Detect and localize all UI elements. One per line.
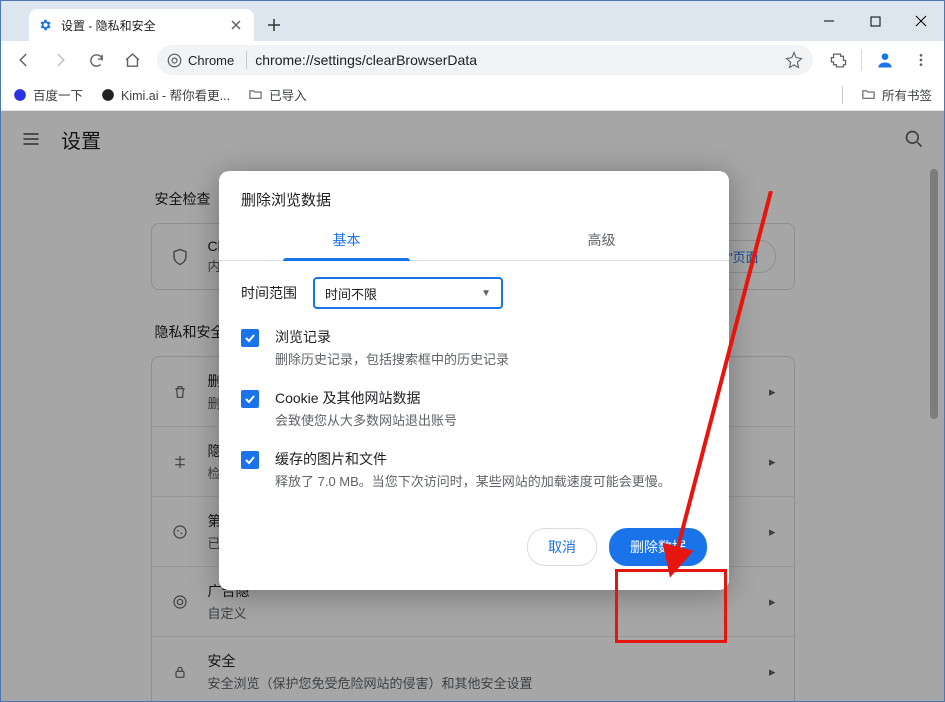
menu-icon[interactable] (904, 45, 938, 75)
dialog-tabs: 基本 高级 (219, 220, 729, 261)
bookmark-kimi[interactable]: Kimi.ai - 帮你看更... (101, 85, 230, 104)
browser-titlebar: 设置 - 隐私和安全 (1, 1, 944, 41)
forward-button[interactable] (43, 45, 77, 75)
browser-toolbar: Chrome chrome://settings/clearBrowserDat… (1, 41, 944, 79)
baidu-icon (13, 88, 27, 102)
tab-advanced[interactable]: 高级 (474, 220, 729, 260)
separator (861, 49, 862, 71)
chrome-icon (167, 53, 182, 68)
cancel-button[interactable]: 取消 (527, 528, 597, 566)
folder-icon (248, 87, 263, 102)
clear-browsing-data-dialog: 删除浏览数据 基本 高级 时间范围 时间不限 ▼ 浏览记录删除历史记录，包括搜索… (219, 171, 729, 590)
new-tab-button[interactable] (260, 11, 288, 39)
reload-button[interactable] (79, 45, 113, 75)
chip-label: Chrome (188, 53, 234, 68)
folder-icon (861, 87, 876, 102)
bookmarks-bar: 百度一下 Kimi.ai - 帮你看更... 已导入 所有书签 (1, 79, 944, 111)
dialog-title: 删除浏览数据 (219, 171, 729, 220)
site-chip[interactable]: Chrome (167, 51, 247, 69)
minimize-button[interactable] (806, 1, 852, 41)
checkbox-cookies[interactable]: Cookie 及其他网站数据会致使您从大多数网站退出账号 (219, 378, 729, 439)
checkbox-browsing-history[interactable]: 浏览记录删除历史记录，包括搜索框中的历史记录 (219, 317, 729, 378)
close-tab-icon[interactable] (230, 19, 246, 31)
profile-avatar[interactable] (868, 45, 902, 75)
checkbox-checked-icon (241, 329, 259, 347)
all-bookmarks[interactable]: 所有书签 (861, 85, 932, 104)
address-bar[interactable]: Chrome chrome://settings/clearBrowserDat… (157, 45, 813, 75)
url-text: chrome://settings/clearBrowserData (255, 52, 777, 68)
checkbox-checked-icon (241, 390, 259, 408)
bookmark-folder-imported[interactable]: 已导入 (248, 85, 307, 104)
bookmark-baidu[interactable]: 百度一下 (13, 85, 83, 104)
separator (842, 86, 843, 104)
checkbox-cached[interactable]: 缓存的图片和文件释放了 7.0 MB。当您下次访问时，某些网站的加载速度可能会更… (219, 439, 729, 500)
tab-list-dropdown[interactable] (1, 1, 29, 41)
window-controls (806, 1, 944, 41)
extensions-icon[interactable] (821, 45, 855, 75)
close-window-button[interactable] (898, 1, 944, 41)
time-range-value: 时间不限 (325, 284, 377, 303)
checkbox-checked-icon (241, 451, 259, 469)
browser-tab-active[interactable]: 设置 - 隐私和安全 (29, 9, 254, 41)
kimi-icon (101, 88, 115, 102)
tab-title: 设置 - 隐私和安全 (61, 17, 222, 34)
time-range-label: 时间范围 (241, 283, 297, 303)
back-button[interactable] (7, 45, 41, 75)
chevron-down-icon: ▼ (481, 288, 491, 299)
time-range-select[interactable]: 时间不限 ▼ (313, 277, 503, 309)
tab-basic[interactable]: 基本 (219, 220, 474, 260)
maximize-button[interactable] (852, 1, 898, 41)
gear-icon (37, 17, 53, 33)
home-button[interactable] (115, 45, 149, 75)
confirm-delete-button[interactable]: 删除数据 (609, 528, 707, 566)
star-icon[interactable] (785, 51, 803, 69)
